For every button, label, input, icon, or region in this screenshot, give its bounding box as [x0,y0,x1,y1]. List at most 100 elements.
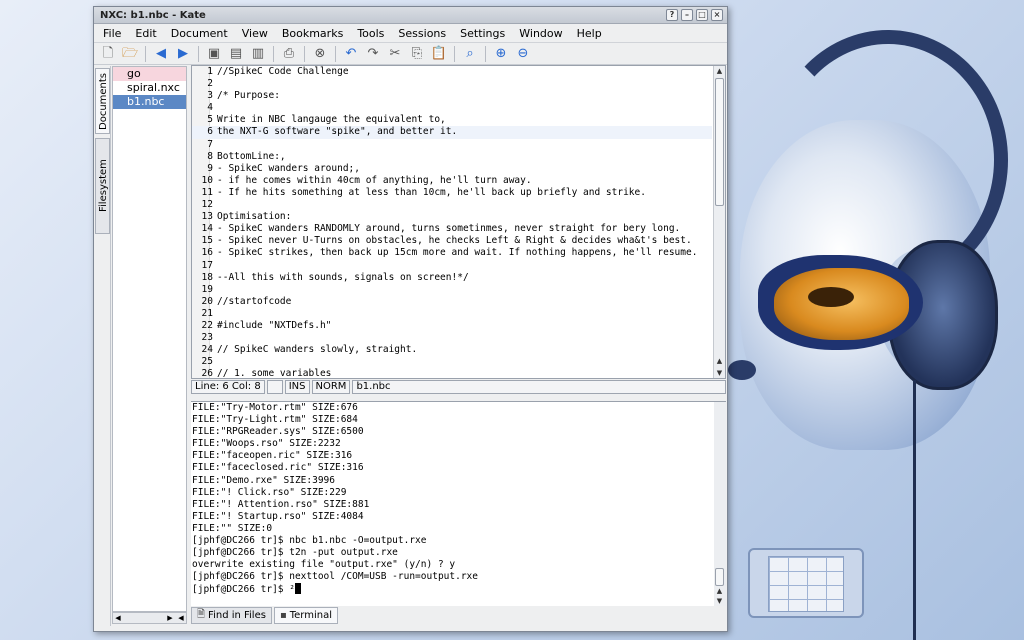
save-as-icon[interactable]: ▥ [248,45,268,63]
code-line[interactable]: 3 /* Purpose: [192,90,712,102]
main-toolbar: 🗋 🗁 ◀ ▶ ▣ ▤ ▥ ⎙ ⊗ ↶ ↷ ✂ ⎘ 📋 ⌕ ⊕ ⊖ [94,43,727,65]
menu-tools[interactable]: Tools [350,24,391,43]
insert-mode[interactable]: INS [284,380,310,394]
menu-sessions[interactable]: Sessions [391,24,453,43]
document-item[interactable]: spiral.nxc [113,81,186,95]
code-line[interactable]: 10 - if he comes within 40cm of anything,… [192,175,712,187]
close-button[interactable]: × [711,9,723,21]
close-document-icon[interactable]: ⊗ [310,45,330,63]
line-number: 8 [207,150,213,162]
scroll-up-arrow-icon[interactable]: ▲ [714,586,725,596]
code-line[interactable]: 1 //SpikeC Code Challenge [192,66,712,78]
terminal-line: [jphf@DC266 tr]$ t2n -put output.rxe [192,547,398,559]
code-line[interactable]: 9 - SpikeC wanders around;, [192,163,712,175]
code-line[interactable]: 16 - SpikeC strikes, then back up 15cm mo… [192,247,712,259]
tab-filesystem-browser[interactable]: Filesystem Browser [95,138,124,234]
title-bar[interactable]: NXC: b1.nbc - Kate ? – □ × [94,7,727,24]
forward-arrow-icon[interactable]: ▶ [173,45,193,63]
zoom-out-icon[interactable]: ⊖ [513,45,533,63]
document-item[interactable]: b1.nbc [113,95,186,109]
open-folder-icon[interactable]: 🗁 [120,45,140,63]
copy-icon[interactable]: ⎘ [407,45,427,63]
terminal-prompt-line[interactable]: [jphf@DC266 tr]$ ² [191,583,726,595]
code-text: - SpikeC strikes, then back up 15cm more… [217,247,698,259]
code-line[interactable]: 18 --All this with sounds, signals on scr… [192,272,712,284]
code-line[interactable]: 26 // 1. some variables [192,368,712,379]
code-line[interactable]: 5 Write in NBC langauge the equivalent to… [192,114,712,126]
kate-window: NXC: b1.nbc - Kate ? – □ × File Edit Doc… [93,6,728,632]
code-line[interactable]: 22 #include "NXTDefs.h" [192,320,712,332]
cut-icon[interactable]: ✂ [385,45,405,63]
code-line[interactable]: 8 BottomLine:, [192,151,712,163]
code-line[interactable]: 21 [192,308,712,320]
print-icon[interactable]: ⎙ [279,45,299,63]
terminal-output[interactable]: FILE:"Try-Motor.rtm" SIZE:676 FILE:"Try-L… [191,402,726,583]
code-line[interactable]: 19 [192,284,712,296]
code-text: // 1. some variables [217,368,332,379]
code-text: - If he hits something at less than 10cm… [217,186,646,198]
code-line[interactable]: 15 - SpikeC never U-Turns on obstacles, h… [192,235,712,247]
code-line[interactable]: 25 [192,356,712,368]
scroll-down-arrow-icon[interactable]: ▼ [714,368,725,378]
code-line[interactable]: 6 the NXT-G software "spike", and better … [192,126,712,139]
zoom-in-icon[interactable]: ⊕ [491,45,511,63]
code-line[interactable]: 14 - SpikeC wanders RANDOMLY around, turn… [192,223,712,235]
scroll-up-arrow-icon[interactable]: ▲ [714,356,725,366]
terminal-panel[interactable]: FILE:"Try-Motor.rtm" SIZE:676 FILE:"Try-L… [191,401,726,606]
code-line[interactable]: 13 Optimisation: [192,211,712,223]
menu-view[interactable]: View [235,24,275,43]
menu-window[interactable]: Window [512,24,569,43]
document-list-hscrollbar[interactable]: ◀ ▶ ◀ [112,612,187,624]
terminal-scroll-track[interactable]: ▲ ▼ [714,402,726,606]
selection-mode[interactable]: NORM [311,380,351,394]
code-line[interactable]: 20 //startofcode [192,296,712,308]
code-line[interactable]: 7 [192,139,712,151]
maximize-button[interactable]: □ [696,9,708,21]
code-text: Optimisation: [217,211,292,223]
menu-help[interactable]: Help [570,24,609,43]
scroll-down-arrow-icon[interactable]: ▼ [714,596,725,606]
new-document-icon[interactable]: 🗋 [98,45,118,63]
back-arrow-icon[interactable]: ◀ [151,45,171,63]
code-line[interactable]: 4 [192,102,712,114]
tab-terminal[interactable]: ▪ Terminal [273,607,338,624]
code-line[interactable]: 2 [192,78,712,90]
tab-documents[interactable]: Documents [95,68,110,134]
save-all-icon[interactable]: ▣ [204,45,224,63]
help-button[interactable]: ? [666,9,678,21]
toolbar-separator [485,45,486,62]
terminal-vscrollbar[interactable]: ▲ ▼ [714,402,726,606]
scroll-right-arrow-icon[interactable]: ▶ [165,613,175,623]
find-icon[interactable]: ⌕ [460,45,480,63]
code-text: - SpikeC wanders RANDOMLY around, turns … [217,223,681,235]
scroll-left-arrow-icon[interactable]: ◀ [113,613,123,623]
menu-settings[interactable]: Settings [453,24,512,43]
code-line[interactable]: 23 [192,332,712,344]
code-line[interactable]: 17 [192,260,712,272]
editor-vscrollbar[interactable]: ▲ ▲ ▼ [713,66,725,378]
menu-edit[interactable]: Edit [128,24,163,43]
minimize-button[interactable]: – [681,9,693,21]
tab-find-in-files[interactable]: 🗎 Find in Files [191,607,272,624]
code-editor[interactable]: 1 //SpikeC Code Challenge 2 3 /* Purpose: 4 5 W… [191,65,726,379]
document-item[interactable]: go [113,67,186,81]
terminal-line: FILE:"faceopen.ric" SIZE:316 [192,450,353,462]
menu-document[interactable]: Document [164,24,235,43]
code-line[interactable]: 11 - If he hits something at less than 10… [192,187,712,199]
scroll-up-arrow-icon[interactable]: ▲ [714,66,725,76]
editor-scroll-thumb[interactable] [715,78,724,206]
menu-file[interactable]: File [96,24,128,43]
code-area[interactable]: 1 //SpikeC Code Challenge 2 3 /* Purpose: 4 5 W… [192,66,712,379]
code-line[interactable]: 12 [192,199,712,211]
line-number: 2 [207,78,213,90]
terminal-scroll-thumb[interactable] [715,568,724,586]
undo-icon[interactable]: ↶ [341,45,361,63]
code-text: #include "NXTDefs.h" [217,319,332,331]
redo-icon[interactable]: ↷ [363,45,383,63]
code-text: the NXT-G software "spike", and better i… [217,126,458,138]
menu-bookmarks[interactable]: Bookmarks [275,24,350,43]
code-line[interactable]: 24 // SpikeC wanders slowly, straight. [192,344,712,356]
scroll-left-arrow-icon[interactable]: ◀ [176,613,186,623]
paste-icon[interactable]: 📋 [429,45,449,63]
save-icon[interactable]: ▤ [226,45,246,63]
